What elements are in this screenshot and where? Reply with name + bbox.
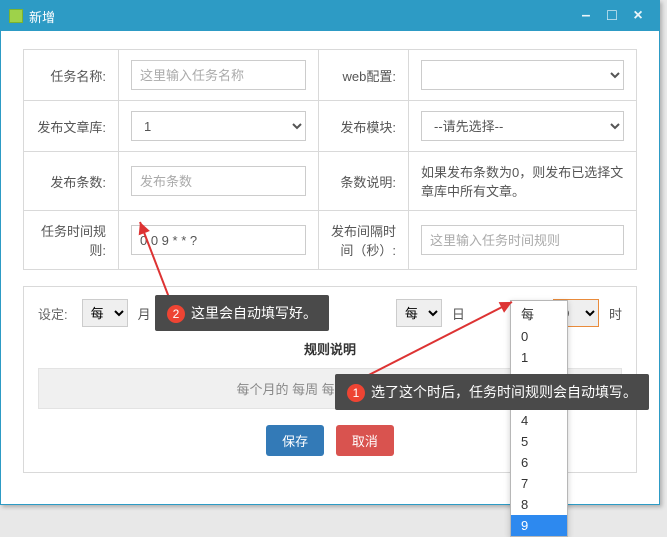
window-title: 新增 bbox=[29, 7, 55, 26]
month-select[interactable]: 每 bbox=[82, 299, 128, 327]
callout-2: 2这里会自动填写好。 bbox=[155, 295, 329, 331]
callout-badge-2: 2 bbox=[167, 305, 185, 323]
web-config-select[interactable] bbox=[421, 60, 624, 90]
pub-lib-select[interactable]: 1 bbox=[131, 111, 306, 141]
hour-option[interactable]: 8 bbox=[511, 494, 567, 515]
hour-option[interactable]: 5 bbox=[511, 431, 567, 452]
pub-count-input[interactable] bbox=[131, 166, 306, 196]
task-name-input[interactable] bbox=[131, 60, 306, 90]
hour-dropdown[interactable]: 每0123456789 bbox=[510, 300, 568, 537]
maximize-button[interactable]: □ bbox=[599, 7, 625, 25]
label-pub-lib: 发布文章库: bbox=[24, 101, 119, 152]
interval-input[interactable] bbox=[421, 225, 624, 255]
hour-option[interactable]: 0 bbox=[511, 326, 567, 347]
save-button[interactable]: 保存 bbox=[266, 425, 324, 456]
hour-option[interactable]: 1 bbox=[511, 347, 567, 368]
hour-option[interactable]: 每 bbox=[511, 301, 567, 326]
callout-1: 1选了这个时后，任务时间规则会自动填写。 bbox=[335, 374, 649, 410]
label-count-note: 条数说明: bbox=[319, 152, 409, 211]
pub-module-select[interactable]: --请先选择-- bbox=[421, 111, 624, 141]
titlebar[interactable]: 新增 – □ × bbox=[1, 1, 659, 31]
hour-option[interactable]: 7 bbox=[511, 473, 567, 494]
cancel-button[interactable]: 取消 bbox=[336, 425, 394, 456]
label-pub-count: 发布条数: bbox=[24, 152, 119, 211]
app-icon bbox=[9, 9, 23, 23]
time-rule-input[interactable] bbox=[131, 225, 306, 255]
hour-option[interactable]: 6 bbox=[511, 452, 567, 473]
minimize-button[interactable]: – bbox=[573, 7, 599, 25]
form-table: 任务名称: web配置: 发布文章库: 1 发布模块: --请先选择-- 发布条… bbox=[23, 49, 637, 270]
unit-day: 日 bbox=[452, 304, 465, 323]
label-task-name: 任务名称: bbox=[24, 50, 119, 101]
callout-badge-1: 1 bbox=[347, 384, 365, 402]
unit-hour: 时 bbox=[609, 304, 622, 323]
label-time-rule: 任务时间规则: bbox=[24, 211, 119, 270]
count-note-text: 如果发布条数为0，则发布已选择文章库中所有文章。 bbox=[409, 152, 637, 211]
label-interval: 发布间隔时间（秒）: bbox=[319, 211, 409, 270]
label-pub-module: 发布模块: bbox=[319, 101, 409, 152]
hour-option[interactable]: 9 bbox=[511, 515, 567, 536]
label-web-config: web配置: bbox=[319, 50, 409, 101]
hour-option[interactable]: 4 bbox=[511, 410, 567, 431]
unit-month: 月 bbox=[138, 304, 151, 323]
label-schedule: 设定: bbox=[38, 304, 68, 323]
day-select[interactable]: 每 bbox=[396, 299, 442, 327]
close-button[interactable]: × bbox=[625, 7, 651, 25]
